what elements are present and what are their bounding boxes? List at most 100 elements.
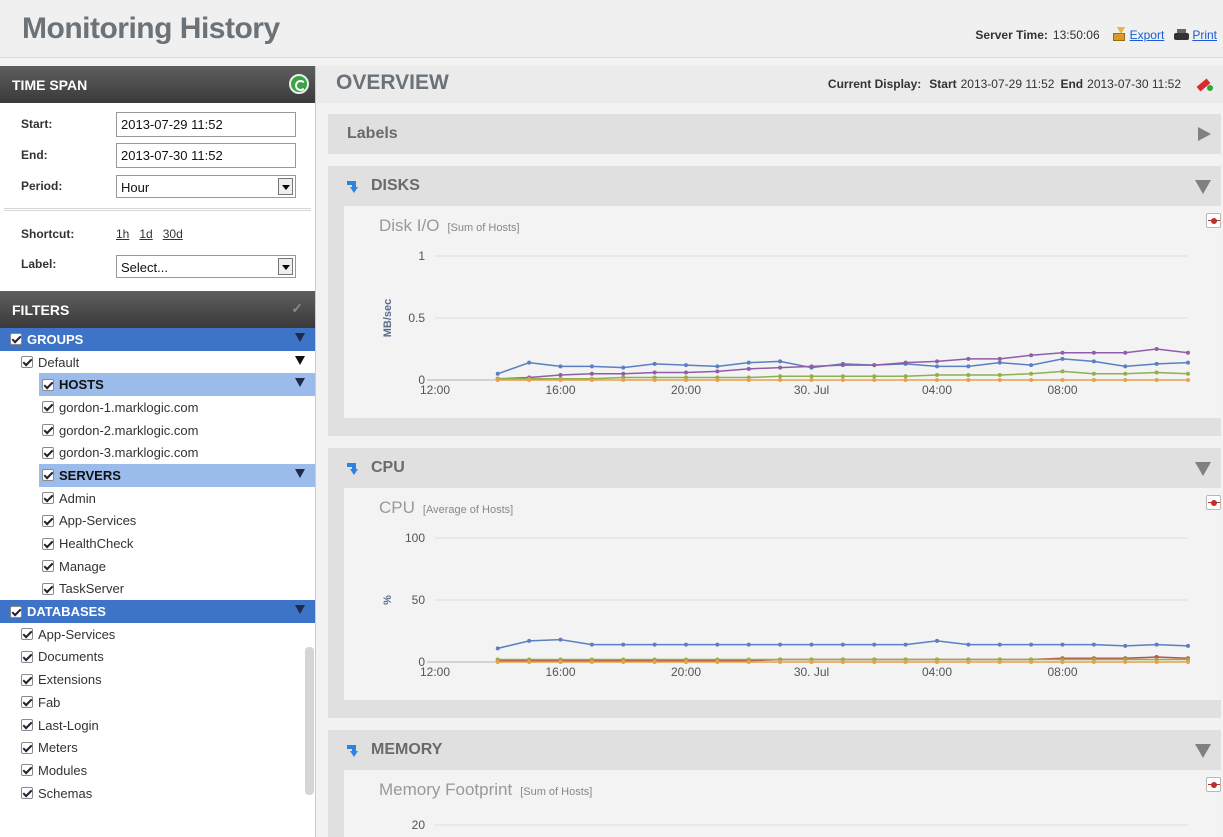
y-tick-label: 0.5 (408, 311, 425, 325)
memory-header[interactable]: MEMORY (328, 730, 1221, 770)
data-point (778, 359, 783, 364)
caret-down-icon[interactable] (295, 355, 305, 365)
database-label: Documents (38, 649, 104, 665)
data-point (1186, 660, 1190, 664)
clear-labels-icon[interactable] (1196, 78, 1213, 91)
export-label: Export (1129, 27, 1165, 42)
chart-title-text: Memory Footprint (379, 780, 513, 799)
header-tools: Server Time: 13:50:06 Export Print (975, 27, 1217, 42)
hosts-header[interactable]: HOSTS (39, 373, 315, 397)
chart-title: CPU [Average of Hosts] (379, 498, 513, 518)
y-tick-label: 1 (418, 249, 425, 263)
refresh-icon[interactable] (289, 74, 309, 94)
period-select[interactable]: Hour (116, 175, 296, 198)
x-tick-label: 16:00 (545, 383, 575, 397)
data-point (966, 378, 971, 382)
caret-down-icon[interactable] (295, 605, 305, 615)
database-checkbox[interactable] (21, 696, 33, 709)
export-button[interactable]: Export (1112, 27, 1165, 42)
database-label: Fab (38, 694, 61, 710)
host-item[interactable]: gordon-3.marklogic.com (0, 441, 315, 464)
database-checkbox[interactable] (21, 764, 33, 777)
expand-icon[interactable] (1198, 127, 1211, 141)
data-point (527, 660, 532, 664)
group-default[interactable]: Default (0, 351, 315, 374)
server-item[interactable]: TaskServer (0, 578, 315, 601)
server-item[interactable]: Admin (0, 487, 315, 510)
database-checkbox[interactable] (21, 673, 33, 686)
data-point (652, 361, 657, 366)
check-icon[interactable]: ✓ (291, 300, 303, 317)
host-checkbox[interactable] (42, 401, 54, 414)
data-point (715, 378, 720, 382)
data-point (840, 374, 845, 379)
y-tick-label: 100 (405, 531, 425, 545)
data-point (1029, 642, 1034, 647)
host-item[interactable]: gordon-2.marklogic.com (0, 419, 315, 442)
server-item[interactable]: HealthCheck (0, 532, 315, 555)
collapse-icon[interactable] (1195, 180, 1211, 194)
database-checkbox[interactable] (21, 741, 33, 754)
caret-down-icon[interactable] (295, 378, 305, 388)
server-checkbox[interactable] (42, 582, 54, 595)
server-checkbox[interactable] (42, 537, 54, 550)
servers-header[interactable]: SERVERS (39, 464, 315, 487)
host-item[interactable]: gordon-1.marklogic.com (0, 396, 315, 419)
memory-chart-box: Memory Footprint [Sum of Hosts] 20 (344, 770, 1221, 837)
shortcut-1h[interactable]: 1h (116, 227, 129, 241)
servers-checkbox[interactable] (42, 469, 54, 482)
end-date-input[interactable] (116, 143, 296, 168)
databases-checkbox[interactable] (10, 605, 22, 618)
host-checkbox[interactable] (42, 424, 54, 437)
groups-header[interactable]: GROUPS (0, 328, 315, 351)
disks-header[interactable]: DISKS (328, 166, 1221, 206)
label-select[interactable]: Select... (116, 255, 296, 278)
database-item[interactable]: Modules (0, 759, 315, 782)
server-checkbox[interactable] (42, 514, 54, 527)
data-point (1186, 360, 1190, 365)
database-item[interactable]: Meters (0, 736, 315, 759)
database-checkbox[interactable] (21, 628, 33, 641)
cpu-header[interactable]: CPU (328, 448, 1221, 488)
database-item[interactable]: Last-Login (0, 714, 315, 737)
server-item[interactable]: App-Services (0, 510, 315, 533)
end-label: End: (21, 148, 48, 162)
pin-icon[interactable] (1206, 213, 1221, 228)
print-button[interactable]: Print (1174, 28, 1217, 42)
shortcut-30d[interactable]: 30d (163, 227, 183, 241)
caret-down-icon[interactable] (295, 333, 305, 342)
database-item[interactable]: Fab (0, 691, 315, 714)
data-point (1154, 347, 1159, 351)
caret-down-icon[interactable] (295, 469, 305, 479)
data-point (997, 378, 1002, 382)
start-date-input[interactable] (116, 112, 296, 137)
shortcut-1d[interactable]: 1d (139, 227, 152, 241)
data-point (840, 378, 845, 382)
groups-checkbox[interactable] (10, 333, 22, 346)
databases-header[interactable]: DATABASES (0, 600, 315, 623)
database-checkbox[interactable] (21, 719, 33, 732)
pin-icon[interactable] (1206, 777, 1221, 792)
data-point (966, 364, 971, 369)
filters-scrollbar[interactable] (305, 647, 314, 795)
database-item[interactable]: Extensions (0, 668, 315, 691)
database-item[interactable]: Documents (0, 646, 315, 669)
data-point (746, 642, 751, 647)
collapse-icon[interactable] (1195, 744, 1211, 758)
database-item[interactable]: Schemas (0, 782, 315, 805)
server-checkbox[interactable] (42, 560, 54, 573)
server-checkbox[interactable] (42, 492, 54, 505)
pin-icon[interactable] (1206, 495, 1221, 510)
server-item[interactable]: Manage (0, 555, 315, 578)
data-point (778, 365, 783, 370)
x-tick-label: 30. Jul (794, 665, 829, 679)
database-item[interactable]: App-Services (0, 623, 315, 646)
groups-label: GROUPS (27, 331, 84, 347)
host-checkbox[interactable] (42, 446, 54, 459)
database-checkbox[interactable] (21, 787, 33, 800)
hosts-checkbox[interactable] (42, 378, 54, 391)
default-checkbox[interactable] (21, 356, 33, 369)
labels-header[interactable]: Labels (328, 114, 1221, 154)
collapse-icon[interactable] (1195, 462, 1211, 476)
database-checkbox[interactable] (21, 650, 33, 663)
